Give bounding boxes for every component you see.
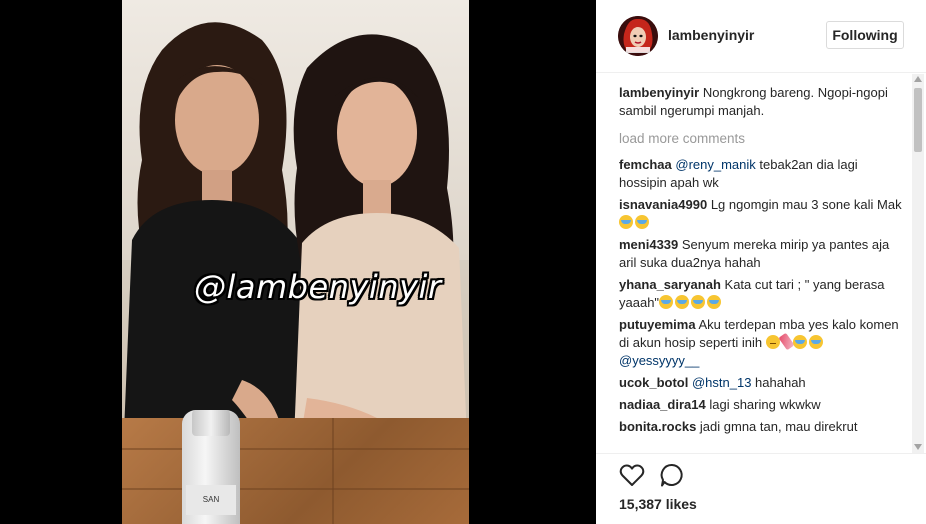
speech-bubble-icon[interactable] [658,461,686,489]
comment-item: bonita.rocks jadi gmna tan, mau direkrut [619,418,904,436]
comment-text: Lg ngomgin mau 3 sone kali Mak [710,197,902,212]
comment-username[interactable]: isnavania4990 [619,197,707,212]
photo-watermark: @lambenyinyir [194,268,442,306]
comment-username[interactable]: ucok_botol [619,375,688,390]
comment-mention-link[interactable]: @hstn_13 [692,375,751,390]
comments-list: lambenyinyir Nongkrong bareng. Ngopi-ngo… [619,84,904,452]
photo-bottle-label: SAN [186,485,236,515]
following-button[interactable]: Following [826,21,904,49]
tears-of-joy-emoji-icon [659,295,674,309]
post-username[interactable]: lambenyinyir [668,27,754,43]
comment-item: nadiaa_dira14 lagi sharing wkwkw [619,396,904,414]
comment-username[interactable]: nadiaa_dira14 [619,397,706,412]
tears-of-joy-emoji-icon [691,295,706,309]
tears-of-joy-emoji-icon [675,295,690,309]
comment-username[interactable]: meni4339 [619,237,678,252]
comment-item: yhana_saryanah Kata cut tari ; " yang be… [619,276,904,312]
caption-username[interactable]: lambenyinyir [619,85,699,100]
comment-items: femchaa @reny_manik tebak2an dia lagi ho… [619,156,904,436]
comment-username[interactable]: femchaa [619,157,672,172]
comment-text: lagi sharing wkwkw [709,397,821,412]
comment-username[interactable]: bonita.rocks [619,419,696,434]
tears-of-joy-emoji-icon [792,335,807,349]
comment-item: isnavania4990 Lg ngomgin mau 3 sone kali… [619,196,904,232]
photo-bottle-cap [192,410,230,436]
comment-username[interactable]: putuyemima [619,317,696,332]
comment-item: putuyemima Aku terdepan mba yes kalo kom… [619,316,904,370]
heart-outline-icon[interactable] [618,461,646,489]
comment-item: femchaa @reny_manik tebak2an dia lagi ho… [619,156,904,192]
comment-mention-link[interactable]: @yessyyyy__ [619,353,699,368]
scroll-down-arrow-icon[interactable] [914,444,922,450]
avatar-icon [618,16,658,56]
comment-username[interactable]: yhana_saryanah [619,277,721,292]
action-bar-divider [596,453,926,455]
load-more-comments-link[interactable]: load more comments [619,130,904,148]
comment-item: meni4339 Senyum mereka mirip ya pantes a… [619,236,904,272]
neutral-face-emoji-icon [765,335,780,349]
tears-of-joy-emoji-icon [707,295,722,309]
tears-of-joy-emoji-icon [619,215,633,229]
comment-text: hahahah [751,375,806,390]
scroll-thumb[interactable] [914,88,922,152]
photo-table [122,418,469,524]
tears-of-joy-emoji-icon [808,335,823,349]
post-header: lambenyinyir Following [596,0,926,73]
comment-text: jadi gmna tan, mau direkrut [699,419,858,434]
post-sidebar: lambenyinyir Following lambenyinyir Nong… [596,0,926,524]
avatar[interactable] [618,16,658,56]
comments-scrollbar[interactable] [912,74,924,454]
scroll-up-arrow-icon[interactable] [914,76,922,82]
nail-polish-emoji-icon [778,332,795,351]
comment-item: ucok_botol @hstn_13 hahahah [619,374,904,392]
post-caption: lambenyinyir Nongkrong bareng. Ngopi-ngo… [619,84,904,120]
post-photo[interactable]: SAN @lambenyinyir [122,0,469,524]
comment-mention-link[interactable]: @reny_manik [675,157,755,172]
likes-count[interactable]: 15,387 likes [619,496,697,512]
post-photo-panel: SAN @lambenyinyir [0,0,596,524]
tears-of-joy-emoji-icon [635,215,649,229]
